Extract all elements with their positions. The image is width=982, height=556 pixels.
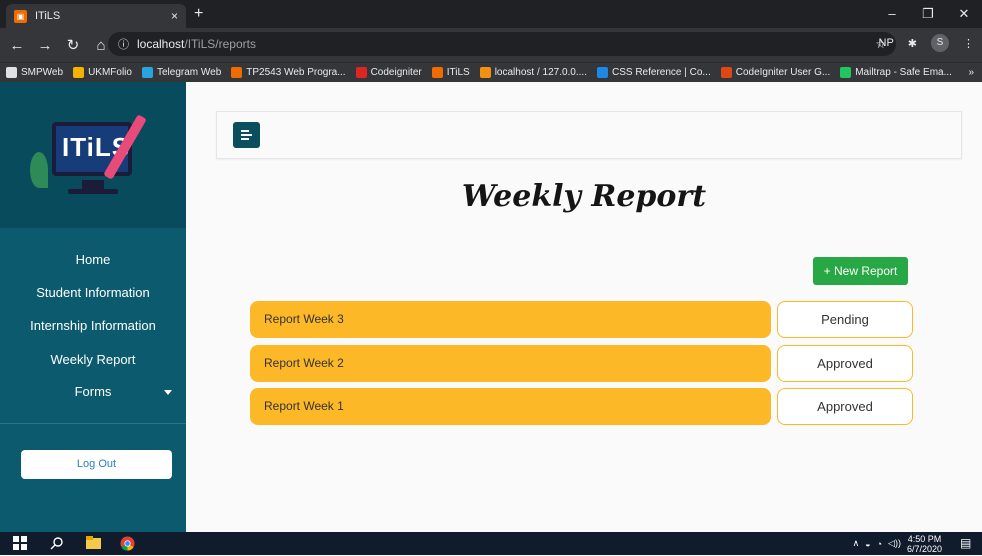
- menu-kebab-icon[interactable]: ⋮: [963, 37, 974, 50]
- extensions: NP ✱ S ⋮: [879, 34, 974, 52]
- url-host: localhost: [137, 37, 185, 51]
- bookmarks-overflow-icon[interactable]: »: [968, 67, 974, 78]
- network-icon[interactable]: ◒: [865, 539, 870, 549]
- bookmark-favicon-icon: [479, 67, 491, 78]
- back-icon[interactable]: ←: [6, 37, 28, 54]
- sidebar-toggle-button[interactable]: [233, 122, 260, 148]
- bookmark-favicon-icon: [720, 67, 732, 78]
- clock-date: 6/7/2020: [906, 543, 942, 554]
- bookmarks-bar: SMPWeb UKMFolio Telegram Web TP2543 Web Pro…: [0, 62, 982, 82]
- bookmark-item[interactable]: Telegram Web: [141, 67, 222, 78]
- main-content: Weekly Report + New Report Report Week 3…: [186, 82, 982, 532]
- report-row: Report Week 3 Pending: [250, 301, 913, 338]
- reload-icon[interactable]: ↻: [62, 36, 84, 54]
- tab-close-icon[interactable]: ×: [171, 9, 178, 23]
- bookmark-item[interactable]: TP2543 Web Progra...: [231, 67, 346, 78]
- status-badge: Approved: [777, 388, 913, 425]
- volume-icon[interactable]: ◁)): [888, 538, 901, 549]
- bookmark-favicon-icon: [231, 67, 243, 78]
- bookmark-item[interactable]: UKMFolio: [73, 67, 132, 78]
- sidebar: ITiLS Home Student Information Internshi…: [0, 82, 186, 532]
- favicon-icon: ▣: [14, 9, 27, 23]
- bookmark-label: SMPWeb: [21, 67, 64, 78]
- leaf-decoration: [30, 152, 48, 188]
- tab-title: ITiLS: [35, 10, 61, 22]
- file-explorer-icon[interactable]: [86, 536, 101, 551]
- new-report-button[interactable]: + New Report: [813, 257, 908, 285]
- clock-time: 4:50 PM: [907, 533, 942, 544]
- bookmark-favicon-icon: [6, 67, 17, 78]
- chrome-icon[interactable]: [120, 536, 135, 551]
- bookmark-favicon-icon: [141, 67, 153, 78]
- logout-button[interactable]: Log Out: [21, 450, 172, 479]
- bookmark-item[interactable]: Mailtrap - Safe Ema...: [840, 67, 952, 78]
- browser-tab[interactable]: ▣ ITiLS ×: [6, 4, 186, 28]
- bookmark-label: ITiLS: [446, 67, 470, 78]
- bookmark-item[interactable]: ITiLS: [431, 67, 470, 78]
- report-row: Report Week 1 Approved: [250, 388, 913, 425]
- bookmark-favicon-icon: [596, 67, 608, 78]
- bookmark-item[interactable]: CSS Reference | Co...: [596, 67, 711, 78]
- bookmark-label: CodeIgniter User G...: [735, 67, 831, 78]
- page-title: Weekly Report: [461, 179, 707, 214]
- chevron-up-icon[interactable]: ∧: [853, 538, 860, 549]
- monitor-base: [68, 189, 118, 194]
- bookmark-label: TP2543 Web Progra...: [246, 67, 346, 78]
- sidebar-item-student-information[interactable]: Student Information: [0, 285, 186, 300]
- top-navbar: [216, 111, 962, 159]
- browser-tab-strip: ▣ ITiLS × + – ❐ ✕: [0, 0, 982, 28]
- windows-start-icon[interactable]: [13, 536, 28, 551]
- bookmark-label: Telegram Web: [156, 67, 222, 78]
- notifications-icon[interactable]: ▤: [960, 536, 975, 551]
- sidebar-item-home[interactable]: Home: [0, 252, 186, 267]
- caret-down-icon: [164, 390, 172, 395]
- status-badge: Approved: [777, 345, 913, 382]
- bookmark-label: CSS Reference | Co...: [611, 67, 711, 78]
- report-link[interactable]: Report Week 3: [250, 301, 771, 338]
- menu-line: [241, 134, 252, 136]
- forward-icon[interactable]: →: [34, 37, 56, 54]
- bookmark-item[interactable]: CodeIgniter User G...: [720, 67, 831, 78]
- system-tray: ∧ ◒ ◔ ◁)) 4:50 PM 6/7/2020: [853, 532, 942, 555]
- extensions-puzzle-icon[interactable]: ✱: [908, 37, 917, 50]
- clock[interactable]: 4:50 PM 6/7/2020: [907, 534, 942, 554]
- new-tab-button[interactable]: +: [194, 5, 203, 23]
- sidebar-item-internship-information[interactable]: Internship Information: [0, 318, 186, 333]
- bookmark-label: Mailtrap - Safe Ema...: [855, 67, 952, 78]
- bookmark-favicon-icon: [431, 67, 443, 78]
- sidebar-item-label: Forms: [74, 384, 112, 399]
- bookmark-label: UKMFolio: [88, 67, 132, 78]
- extension-np[interactable]: NP: [879, 37, 894, 49]
- report-link[interactable]: Report Week 1: [250, 388, 771, 425]
- window-controls: – ❐ ✕: [874, 0, 982, 28]
- bookmark-favicon-icon: [355, 67, 367, 78]
- sidebar-item-weekly-report[interactable]: Weekly Report: [0, 352, 186, 367]
- bookmark-label: Codeigniter: [370, 67, 422, 78]
- report-row: Report Week 2 Approved: [250, 345, 913, 382]
- profile-avatar[interactable]: S: [931, 34, 949, 52]
- taskbar: ∧ ◒ ◔ ◁)) 4:50 PM 6/7/2020 ▤: [0, 532, 982, 555]
- bookmark-favicon-icon: [73, 67, 85, 78]
- window-close-icon[interactable]: ✕: [946, 0, 982, 28]
- bookmark-favicon-icon: [840, 67, 852, 78]
- site-info-icon[interactable]: ⓘ: [118, 36, 129, 52]
- browser-toolbar: ← → ↻ ⌂ ⓘ localhost /ITiLS/reports ☆ NP …: [0, 28, 982, 62]
- address-bar[interactable]: ⓘ localhost /ITiLS/reports ☆: [108, 32, 896, 56]
- bookmark-item[interactable]: localhost / 127.0.0....: [479, 67, 587, 78]
- bookmark-label: localhost / 127.0.0....: [494, 67, 587, 78]
- search-icon[interactable]: [50, 536, 65, 551]
- divider: [0, 423, 186, 424]
- wifi-icon[interactable]: ◔: [877, 539, 882, 549]
- status-badge: Pending: [777, 301, 913, 338]
- url-path: /ITiLS/reports: [184, 37, 256, 51]
- minimize-icon[interactable]: –: [874, 0, 910, 28]
- bookmark-item[interactable]: Codeigniter: [355, 67, 422, 78]
- menu-line: [241, 138, 249, 140]
- bookmark-item[interactable]: SMPWeb: [6, 67, 63, 78]
- report-link[interactable]: Report Week 2: [250, 345, 771, 382]
- restore-icon[interactable]: ❐: [910, 0, 946, 28]
- menu-line: [241, 130, 249, 132]
- sidebar-item-forms[interactable]: Forms: [0, 384, 186, 399]
- logo[interactable]: ITiLS: [0, 82, 186, 228]
